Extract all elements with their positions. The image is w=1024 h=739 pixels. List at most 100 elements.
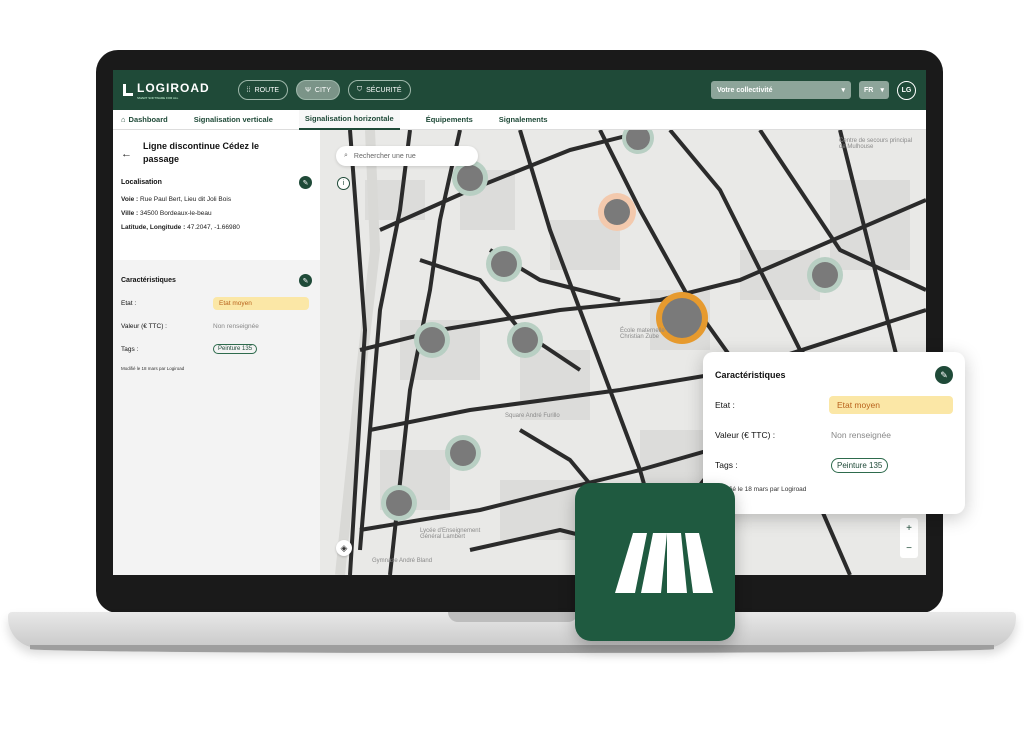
modified-note: Modifié le 18 mars par Logiroad [121, 366, 185, 371]
top-bar: LOGIROAD SMART SOFTWARE FOR ALL ⁞⁞ ROUTE … [113, 70, 926, 110]
edit-localisation-button[interactable]: ✎ [299, 176, 312, 189]
card-edit-button[interactable]: ✎ [935, 366, 953, 384]
tab-signalements[interactable]: Signalements [499, 110, 548, 130]
card-etat-row: Etat : Etat moyen [715, 396, 953, 414]
logo-text: LOGIROAD [137, 80, 210, 95]
language-select[interactable]: FR ▾ [859, 81, 889, 99]
fork-icon: Ψ [305, 86, 311, 94]
etat-label: Etat : [121, 299, 137, 307]
product-mockup: LOGIROAD SMART SOFTWARE FOR ALL ⁞⁞ ROUTE … [0, 0, 1024, 739]
valeur-value: Non renseignée [213, 322, 259, 330]
ville-label: Ville : [121, 210, 139, 217]
card-tags-row: Tags : Peinture 135 [715, 456, 953, 474]
signal-marker[interactable] [414, 322, 450, 358]
signal-marker[interactable] [486, 246, 522, 282]
tab-dashboard[interactable]: ⌂ Dashboard [121, 110, 168, 130]
card-valeur-row: Valeur (€ TTC) : Non renseignée [715, 426, 953, 444]
etat-badge: Etat moyen [213, 296, 309, 310]
etat-row: Etat : Etat moyen [121, 296, 312, 310]
latlon-row: Latitude, Longitude : 47.2047, -1.66980 [121, 224, 312, 231]
laptop-notch [448, 612, 578, 622]
etat-badge: Etat moyen [828, 396, 953, 414]
header-controls: Votre collectivité ▾ FR ▾ LG [711, 80, 916, 100]
crosswalk-icon [615, 533, 713, 593]
card-title: Caractéristiques [715, 370, 786, 380]
signal-marker[interactable] [381, 485, 417, 521]
voie-label: Voie : [121, 196, 139, 203]
river [335, 130, 381, 575]
caracteristiques-title: Caractéristiques [121, 277, 176, 284]
zoom-out-button[interactable]: − [906, 543, 912, 554]
voie-value: Rue Paul Bert, Lieu dit Joli Bois [140, 196, 232, 203]
home-icon: ⌂ [121, 115, 126, 124]
laptop-base [8, 612, 1016, 648]
tag-chip[interactable]: Peinture 135 [213, 344, 258, 354]
collectivite-select[interactable]: Votre collectivité ▾ [711, 81, 851, 99]
ville-row: Ville : 34500 Bordeaux-le-beau [121, 210, 312, 217]
valeur-row: Valeur (€ TTC) : Non renseignée [121, 319, 312, 333]
mode-label: CITY [314, 86, 331, 94]
signal-marker[interactable] [445, 435, 481, 471]
mode-city-button[interactable]: Ψ CITY [296, 80, 340, 100]
zoom-in-button[interactable]: + [906, 523, 912, 534]
zoom-controls: + − [900, 518, 918, 558]
localisation-header: Localisation ✎ [121, 176, 312, 189]
laptop-foot [30, 645, 994, 653]
pencil-icon: ✎ [940, 369, 948, 380]
signal-marker[interactable] [807, 257, 843, 293]
latlon-value: 47.2047, -1.66980 [187, 224, 240, 231]
valeur-value: Non renseignée [831, 430, 892, 440]
search-icon: ⌕ [344, 152, 348, 159]
search-placeholder: Rechercher une rue [353, 152, 416, 160]
logo[interactable]: LOGIROAD SMART SOFTWARE FOR ALL [123, 81, 210, 100]
signal-marker[interactable] [622, 130, 654, 154]
tags-row: Tags : Peinture 135 [121, 342, 312, 356]
caracteristiques-section: Caractéristiques ✎ Etat : Etat moyen Vale… [113, 260, 320, 385]
valeur-label: Valeur (€ TTC) : [715, 430, 776, 440]
street-search-input[interactable]: ⌕ Rechercher une rue [336, 146, 478, 166]
localisation-section: ← Ligne discontinue Cédez le passage Loc… [113, 130, 320, 260]
info-icon[interactable]: i [337, 177, 350, 190]
back-arrow-icon[interactable]: ← [121, 148, 132, 160]
latlon-label: Latitude, Longitude : [121, 224, 186, 231]
app-logo-icon [575, 483, 735, 641]
tags-label: Tags : [715, 460, 738, 470]
tab-equipements[interactable]: Équipements [426, 110, 473, 130]
signal-marker[interactable] [507, 322, 543, 358]
chevron-down-icon: ▾ [841, 87, 845, 94]
tab-signalisation-verticale[interactable]: Signalisation verticale [194, 110, 273, 130]
tab-signalisation-horizontale[interactable]: Signalisation horizontale [298, 109, 400, 130]
signal-marker-warning[interactable] [598, 193, 636, 231]
pencil-icon: ✎ [302, 277, 309, 285]
tags-label: Tags : [121, 345, 139, 353]
chevron-down-icon: ▾ [880, 87, 884, 94]
logo-icon [123, 84, 133, 96]
panel-title: Ligne discontinue Cédez le passage [143, 141, 260, 164]
road-icon: ⁞⁞ [246, 86, 251, 94]
caracteristiques-card: Caractéristiques ✎ Etat : Etat moyen Vale… [703, 352, 965, 514]
mode-securite-button[interactable]: ⛉ SÉCURITÉ [347, 80, 411, 100]
card-modified-note: Modifié le 18 mars par Logiroad [715, 486, 807, 493]
mode-label: ROUTE [254, 86, 280, 94]
card-header: Caractéristiques ✎ [715, 366, 953, 384]
pencil-icon: ✎ [302, 179, 309, 187]
nav-tabs: ⌂ Dashboard Signalisation verticale Signa… [113, 109, 926, 130]
mode-switcher: ⁞⁞ ROUTE Ψ CITY ⛉ SÉCURITÉ [237, 80, 411, 100]
caracteristiques-header: Caractéristiques ✎ [121, 274, 312, 287]
map-label: Lycée d'Enseignement Général Lambert [420, 528, 481, 540]
collectivite-value: Votre collectivité [717, 86, 773, 94]
layers-icon[interactable]: ◈ [336, 540, 352, 556]
shield-icon: ⛉ [356, 86, 363, 93]
map-label: Gymnase André Bland [372, 558, 433, 564]
logo-tagline: SMART SOFTWARE FOR ALL [137, 95, 179, 100]
tag-chip[interactable]: Peinture 135 [831, 457, 889, 473]
etat-label: Etat : [715, 400, 735, 410]
tab-label: Dashboard [128, 115, 168, 124]
ville-value: 34500 Bordeaux-le-beau [140, 210, 212, 217]
user-avatar[interactable]: LG [897, 80, 916, 100]
mode-route-button[interactable]: ⁞⁞ ROUTE [237, 80, 289, 100]
map-label: Square André Furillo [505, 413, 560, 419]
voie-row: Voie : Rue Paul Bert, Lieu dit Joli Bois [121, 196, 312, 203]
edit-caracteristiques-button[interactable]: ✎ [299, 274, 312, 287]
map-label: École maternelle Christian Zube [620, 328, 665, 340]
